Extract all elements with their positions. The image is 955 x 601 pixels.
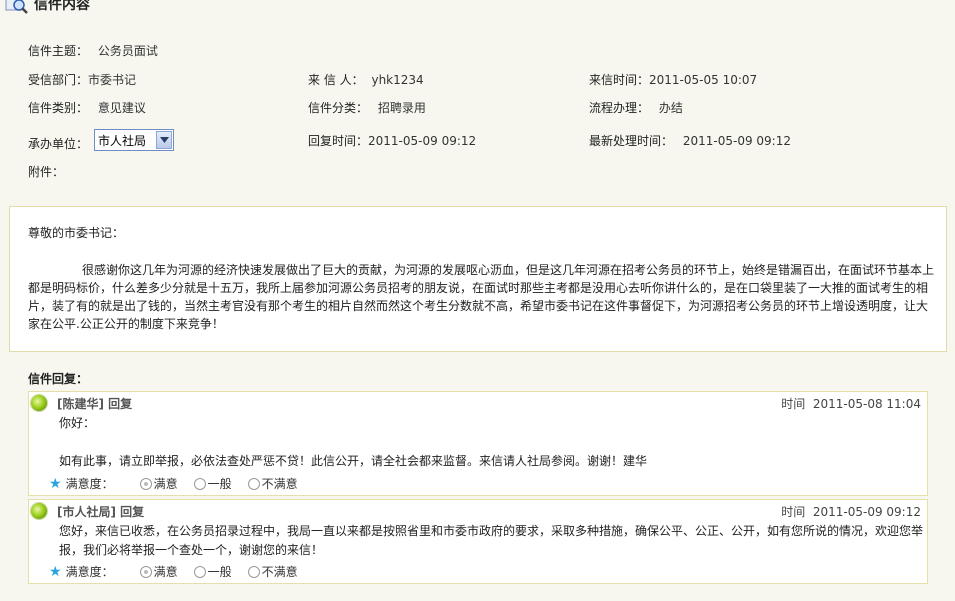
letter-body: 很感谢你这几年为河源的经济快速发展做出了巨大的贡献，为河源的发展呕心沥血，但是这…	[28, 263, 935, 331]
subject-row: 信件主题： 公务员面试	[28, 42, 158, 59]
reply-time-value: 2011-05-08 11:04	[812, 397, 921, 411]
satisfaction-option-unsatisfied[interactable]: 不满意	[247, 563, 298, 580]
reply-content: 您好，来信已收悉，在公务员招录过程中，我局一直以来都是按照省里和市委市政府的要求…	[59, 522, 923, 560]
magnifier-icon	[5, 0, 28, 14]
handler-select[interactable]: 市人社局	[94, 129, 174, 151]
radio-button[interactable]	[193, 477, 206, 490]
option-label: 一般	[207, 477, 232, 491]
sender-row: 来 信 人： yhk1234	[308, 71, 424, 88]
dept-value: 市委书记	[88, 73, 137, 87]
reply-time-row: 回复时间：2011-05-09 09:12	[308, 132, 476, 149]
satisfaction-option-neutral[interactable]: 一般	[193, 475, 232, 492]
radio-button[interactable]	[139, 565, 152, 578]
satisfaction-label: 满意度：	[65, 477, 114, 491]
page-title: 信件内容	[34, 0, 90, 13]
reply-time-label: 回复时间：	[308, 134, 369, 148]
radio-button[interactable]	[193, 565, 206, 578]
reply-line: 你好：	[59, 416, 96, 430]
process-label: 流程办理：	[589, 101, 650, 115]
sender-label: 来 信 人：	[308, 73, 364, 87]
satisfaction-option-satisfied[interactable]: 满意	[139, 475, 178, 492]
reply-author: [市人社局] 回复	[57, 505, 145, 519]
satisfaction-option-neutral[interactable]: 一般	[193, 563, 232, 580]
star-icon: ★	[49, 475, 62, 492]
reply-line: 您好，来信已收悉，在公务员招录过程中，我局一直以来都是按照省里和市委市政府的要求…	[59, 524, 924, 557]
subject-label: 信件主题：	[28, 44, 89, 58]
category-value: 意见建议	[97, 101, 146, 115]
handler-label: 承办单位：	[28, 137, 89, 151]
class-value: 招聘录用	[377, 101, 426, 115]
category-row: 信件类别： 意见建议	[28, 99, 146, 116]
sender-value: yhk1234	[371, 73, 424, 87]
subject-value: 公务员面试	[97, 44, 158, 58]
radio-button[interactable]	[247, 477, 260, 490]
latest-value: 2011-05-09 09:12	[682, 134, 791, 148]
replies-heading: 信件回复：	[28, 372, 89, 386]
option-label: 一般	[207, 565, 232, 579]
letter-box: 尊敬的市委书记： 很感谢你这几年为河源的经济快速发展做出了巨大的贡献，为河源的发…	[9, 206, 947, 352]
green-ball-icon	[31, 395, 47, 411]
reply-author: [陈建华] 回复	[57, 397, 133, 411]
attachment-label: 附件：	[28, 165, 65, 179]
green-ball-icon	[31, 503, 47, 519]
reply-time-value: 2011-05-09 09:12	[368, 134, 477, 148]
class-row: 信件分类： 招聘录用	[308, 99, 426, 116]
satisfaction-row: ★ 满意度： 满意 一般 不满意	[49, 563, 298, 580]
reply-blank-line	[59, 433, 923, 452]
recv-time-row: 来信时间：2011-05-05 10:07	[589, 71, 757, 88]
star-icon: ★	[49, 563, 62, 580]
reply-card: [陈建华] 回复 时间 2011-05-08 11:04 你好： 如有此事，请立…	[28, 391, 928, 496]
reply-time: 时间 2011-05-09 09:12	[781, 503, 921, 520]
satisfaction-option-unsatisfied[interactable]: 不满意	[247, 475, 298, 492]
latest-row: 最新处理时间： 2011-05-09 09:12	[589, 132, 791, 149]
reply-card: [市人社局] 回复 时间 2011-05-09 09:12 您好，来信已收悉，在…	[28, 499, 928, 584]
reply-time: 时间 2011-05-08 11:04	[781, 395, 921, 412]
letter-greeting: 尊敬的市委书记：	[28, 226, 125, 240]
reply-time-value: 2011-05-09 09:12	[812, 505, 921, 519]
reply-time-label: 时间	[781, 397, 806, 411]
dept-row: 受信部门：市委书记	[28, 71, 136, 88]
process-row: 流程办理： 办结	[589, 99, 683, 116]
recv-time-label: 来信时间：	[589, 73, 650, 87]
category-label: 信件类别：	[28, 101, 89, 115]
chevron-down-icon[interactable]	[156, 131, 172, 149]
process-value: 办结	[658, 101, 683, 115]
reply-time-label: 时间	[781, 505, 806, 519]
option-label: 满意	[153, 477, 178, 491]
reply-content: 你好： 如有此事，请立即举报，必依法查处严惩不贷！此信公开，请全社会都来监督。来…	[59, 414, 923, 471]
option-label: 满意	[153, 565, 178, 579]
satisfaction-option-satisfied[interactable]: 满意	[139, 563, 178, 580]
class-label: 信件分类：	[308, 101, 369, 115]
option-label: 不满意	[261, 477, 298, 491]
option-label: 不满意	[261, 565, 298, 579]
recv-time-value: 2011-05-05 10:07	[649, 73, 758, 87]
latest-label: 最新处理时间：	[589, 134, 674, 148]
reply-line: 如有此事，请立即举报，必依法查处严惩不贷！此信公开，请全社会都来监督。来信请人社…	[59, 454, 648, 468]
radio-button[interactable]	[139, 477, 152, 490]
radio-button[interactable]	[247, 565, 260, 578]
handler-select-value: 市人社局	[98, 133, 147, 148]
dept-label: 受信部门：	[28, 73, 89, 87]
page-header: 信件内容	[0, 0, 955, 16]
satisfaction-label: 满意度：	[65, 565, 114, 579]
satisfaction-row: ★ 满意度： 满意 一般 不满意	[49, 475, 298, 492]
